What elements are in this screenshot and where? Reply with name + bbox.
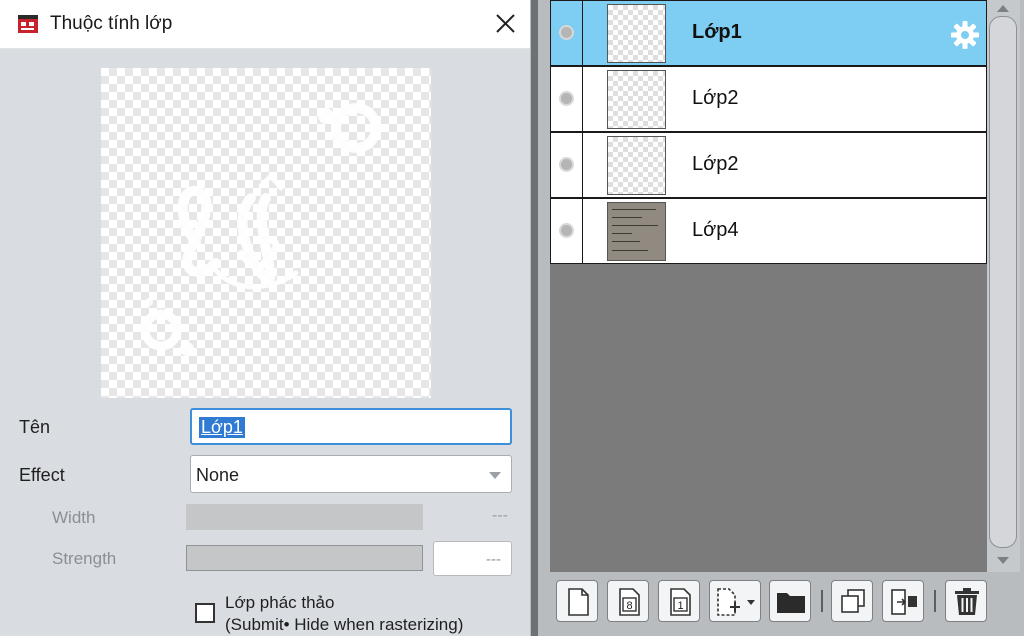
add-layer-dropdown-icon xyxy=(717,588,755,616)
layer-row[interactable]: Lớp4 xyxy=(550,198,987,264)
draft-layer-checkbox[interactable] xyxy=(195,603,215,623)
toolbar-counter-1: 1 xyxy=(677,600,683,612)
scroll-down-icon[interactable] xyxy=(997,557,1009,564)
panel-splitter[interactable] xyxy=(531,0,538,636)
close-icon[interactable] xyxy=(489,8,521,40)
toolbar-counter-8: 8 xyxy=(626,600,632,612)
visibility-toggle-icon[interactable] xyxy=(559,157,574,172)
layer-thumbnail xyxy=(607,70,666,129)
layer-thumbnail xyxy=(607,4,666,63)
layer-thumbnail xyxy=(607,202,666,261)
layer-scrollbar[interactable] xyxy=(987,0,1020,572)
visibility-column xyxy=(551,199,583,263)
scroll-thumb[interactable] xyxy=(989,16,1017,548)
visibility-toggle-icon[interactable] xyxy=(559,91,574,106)
layer-row[interactable]: Lớp2 xyxy=(550,132,987,198)
width-label: Width xyxy=(52,508,96,527)
width-value: --- xyxy=(492,507,508,524)
visibility-column xyxy=(551,1,583,65)
visibility-column xyxy=(551,67,583,131)
chevron-down-icon xyxy=(489,472,501,479)
layer-name: Lớp2 xyxy=(692,153,739,175)
layer-name: Lớp1 xyxy=(692,21,742,43)
delete-layer-button[interactable] xyxy=(945,580,987,622)
layer-toolbar: 8 1 xyxy=(550,572,987,636)
strength-slider xyxy=(186,545,423,571)
preview-artwork xyxy=(140,103,381,356)
duplicate-layer-icon xyxy=(841,589,865,613)
draft-layer-note: (Submit• Hide when rasterizing) xyxy=(225,615,464,634)
delete-layer-icon xyxy=(955,588,979,615)
new-folder-button[interactable] xyxy=(769,580,811,622)
layer-name-value[interactable]: Lớp1 xyxy=(199,417,245,438)
layer-name-input[interactable]: Lớp1 xyxy=(190,408,512,445)
name-label: Tên xyxy=(19,417,51,437)
new-monochrome-layer-button[interactable]: 1 xyxy=(658,580,700,622)
effect-label: Effect xyxy=(19,465,65,485)
duplicate-layer-button[interactable] xyxy=(831,580,873,622)
layer-thumbnail xyxy=(607,136,666,195)
visibility-toggle-icon[interactable] xyxy=(559,25,574,40)
layer-properties-dialog: Thuộc tính lớp Tên Lớp1 Effect None Widt… xyxy=(0,0,531,636)
dialog-titlebar: Thuộc tính lớp xyxy=(0,0,530,49)
scroll-up-icon[interactable] xyxy=(997,5,1009,12)
layer-row[interactable]: Lớp2 xyxy=(550,66,987,132)
new-layer-icon xyxy=(568,588,589,616)
toolbar-separator xyxy=(934,590,936,612)
layer-row[interactable]: Lớp1 xyxy=(550,0,987,66)
new-raster-layer-button[interactable]: 8 xyxy=(607,580,649,622)
visibility-column xyxy=(551,133,583,197)
gear-icon[interactable] xyxy=(949,19,981,51)
strength-label: Strength xyxy=(52,549,117,568)
layer-preview xyxy=(101,68,431,398)
width-slider xyxy=(186,504,423,530)
add-layer-dropdown-button[interactable] xyxy=(709,580,761,622)
toolbar-separator xyxy=(821,590,823,612)
new-folder-icon xyxy=(777,593,805,613)
layer-name: Lớp4 xyxy=(692,219,739,241)
app-icon xyxy=(18,15,38,33)
effect-dropdown[interactable]: None xyxy=(190,455,512,493)
visibility-toggle-icon[interactable] xyxy=(559,223,574,238)
new-8bit-layer-icon: 8 xyxy=(619,588,640,616)
dialog-title: Thuộc tính lớp xyxy=(50,13,173,34)
new-1bit-layer-icon: 1 xyxy=(670,588,691,616)
strength-value-field: --- xyxy=(433,541,512,576)
draft-layer-label: Lớp phác thảo xyxy=(225,593,335,612)
layer-name: Lớp2 xyxy=(692,87,739,109)
strength-value: --- xyxy=(486,551,501,568)
merge-down-icon xyxy=(891,589,917,615)
merge-down-button[interactable] xyxy=(882,580,924,622)
new-layer-button[interactable] xyxy=(556,580,598,622)
effect-value: None xyxy=(196,465,240,485)
